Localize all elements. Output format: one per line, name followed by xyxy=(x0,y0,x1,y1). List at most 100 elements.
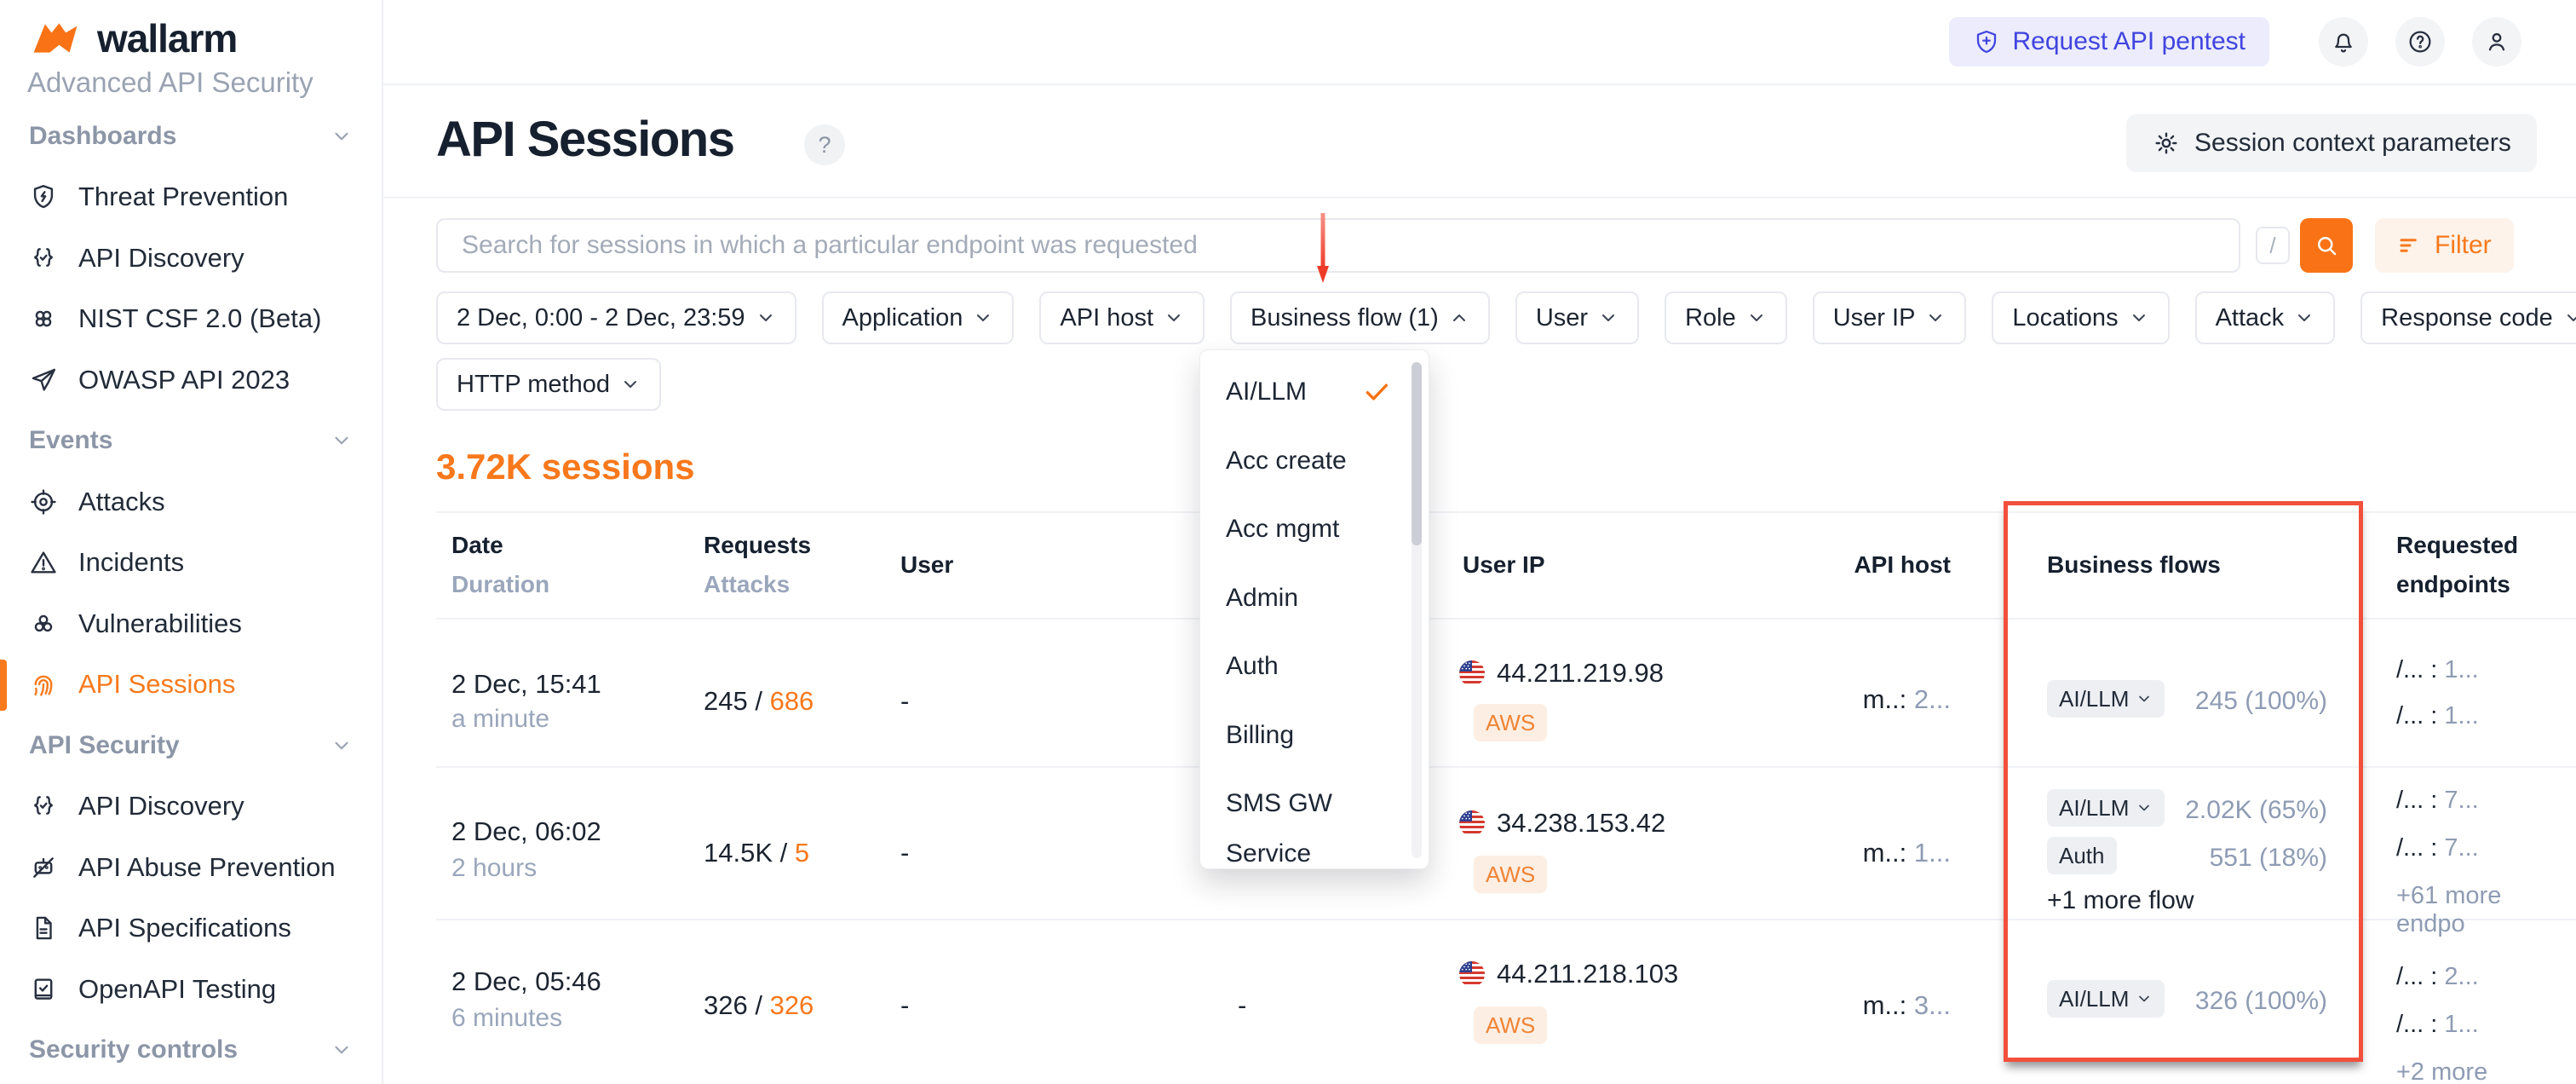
col-header-requested-endpoints-2: endpoints xyxy=(2396,571,2510,598)
robot-crossed-icon xyxy=(29,853,58,882)
filter-icon xyxy=(2397,233,2423,258)
shield-bolt-icon xyxy=(29,182,58,211)
filter-button-label: Filter xyxy=(2435,231,2492,260)
filter-chip-attack[interactable]: Attack xyxy=(2195,291,2336,344)
help-button[interactable] xyxy=(2395,17,2445,66)
dropdown-option-ai-llm[interactable]: AI/LLM xyxy=(1200,358,1429,426)
chevron-up-icon xyxy=(1449,308,1469,328)
dropdown-option-partial[interactable]: Service xyxy=(1200,838,1429,869)
sidebar-item-api-specifications[interactable]: API Specifications xyxy=(0,898,382,960)
endpoint-entry[interactable]: /... : 1... xyxy=(2396,1011,2479,1039)
chevron-down-icon xyxy=(331,125,353,147)
table-divider xyxy=(436,511,2576,513)
table-divider xyxy=(436,766,2576,768)
sidebar-item-threat-prevention[interactable]: Threat Prevention xyxy=(0,167,382,228)
ip-address[interactable]: 44.211.218.103 xyxy=(1497,959,1678,989)
endpoint-entry[interactable]: /... : 2... xyxy=(2396,963,2479,991)
active-indicator xyxy=(0,660,7,711)
user-icon xyxy=(2483,28,2510,55)
endpoint-entry[interactable]: /... : 1... xyxy=(2396,702,2479,730)
chevron-down-icon xyxy=(2294,308,2314,328)
sidebar-section-security-controls[interactable]: Security controls xyxy=(0,1020,382,1081)
dropdown-option-admin[interactable]: Admin xyxy=(1200,564,1429,632)
sidebar-item-api-discovery[interactable]: API Discovery xyxy=(0,228,382,289)
ip-address[interactable]: 44.211.219.98 xyxy=(1497,658,1664,689)
filter-chip-role[interactable]: Role xyxy=(1665,291,1787,344)
chevron-down-icon xyxy=(1925,308,1946,328)
sidebar-item-api-abuse-prevention[interactable]: API Abuse Prevention xyxy=(0,837,382,898)
search-button[interactable] xyxy=(2300,218,2353,273)
user-menu-button[interactable] xyxy=(2472,17,2521,66)
dropdown-option-auth[interactable]: Auth xyxy=(1200,632,1429,701)
sidebar-item-incidents[interactable]: Incidents xyxy=(0,533,382,594)
ip-address[interactable]: 34.238.153.42 xyxy=(1497,808,1665,839)
more-flows-link[interactable]: +1 more flow xyxy=(2047,886,2194,915)
paper-plane-icon xyxy=(29,366,58,395)
search-input[interactable] xyxy=(436,218,2240,273)
filter-chip-application[interactable]: Application xyxy=(822,291,1015,344)
session-user: - xyxy=(900,838,909,868)
filter-chip-date-range[interactable]: 2 Dec, 0:00 - 2 Dec, 23:59 xyxy=(436,291,796,344)
user-ip-cell: 44.211.219.98 xyxy=(1459,658,1664,689)
filter-chip-user-ip[interactable]: User IP xyxy=(1813,291,1967,344)
dropdown-option-billing[interactable]: Billing xyxy=(1200,701,1429,770)
context-button-label: Session context parameters xyxy=(2194,129,2511,158)
api-host-cell[interactable]: m..: 2... xyxy=(1738,684,1951,715)
wallarm-logo[interactable]: wallarm xyxy=(26,15,237,61)
col-header-user-ip: User IP xyxy=(1463,551,1545,579)
sidebar-item-api-discovery-2[interactable]: API Discovery xyxy=(0,776,382,838)
flow-chip[interactable]: Auth xyxy=(2047,837,2117,874)
filter-chip-locations[interactable]: Locations xyxy=(1992,291,2169,344)
request-api-pentest-button[interactable]: Request API pentest xyxy=(1949,17,2269,66)
dropdown-option-acc-create[interactable]: Acc create xyxy=(1200,427,1429,495)
filter-button[interactable]: Filter xyxy=(2375,218,2514,273)
chevron-down-icon xyxy=(2563,308,2576,328)
sidebar-item-nist-csf[interactable]: NIST CSF 2.0 (Beta) xyxy=(0,289,382,350)
sessions-table: Date Duration Requests Attacks User User… xyxy=(383,511,2576,1084)
clover-icon xyxy=(29,304,58,333)
dropdown-scrollbar-thumb[interactable] xyxy=(1412,362,1422,545)
sidebar-section-api-security[interactable]: API Security xyxy=(0,715,382,776)
session-user: - xyxy=(900,990,909,1021)
more-endpoints-link[interactable]: +61 more endpo xyxy=(2396,882,2576,938)
endpoint-entry[interactable]: /... : 7... xyxy=(2396,787,2479,815)
dropdown-option-sms-gw[interactable]: SMS GW xyxy=(1200,770,1429,838)
flow-value: 245 (100%) xyxy=(2130,687,2327,716)
sidebar-item-openapi-testing[interactable]: OpenAPI Testing xyxy=(0,959,382,1020)
chevron-down-icon xyxy=(973,308,993,328)
notifications-button[interactable] xyxy=(2319,17,2368,66)
sidebar-section-events[interactable]: Events xyxy=(0,411,382,472)
user-ip-cell: 34.238.153.42 xyxy=(1459,808,1665,839)
sidebar-item-vulnerabilities[interactable]: Vulnerabilities xyxy=(0,593,382,654)
filter-chip-user[interactable]: User xyxy=(1515,291,1639,344)
col-header-attacks: Attacks xyxy=(704,571,790,598)
session-user: - xyxy=(900,686,909,717)
endpoint-entry[interactable]: /... : 7... xyxy=(2396,834,2479,862)
session-duration: 6 minutes xyxy=(451,1004,562,1033)
sidebar-item-api-sessions[interactable]: API Sessions xyxy=(0,654,382,716)
api-host-cell[interactable]: m..: 1... xyxy=(1738,838,1951,868)
col-header-api-host: API host xyxy=(1738,551,1951,579)
flow-value: 551 (18%) xyxy=(2130,844,2327,873)
sidebar-item-owasp-api[interactable]: OWASP API 2023 xyxy=(0,349,382,411)
dropdown-option-acc-mgmt[interactable]: Acc mgmt xyxy=(1200,495,1429,563)
filter-chip-http-method[interactable]: HTTP method xyxy=(436,358,661,411)
table-divider xyxy=(436,618,2576,620)
filter-chip-response-code[interactable]: Response code xyxy=(2360,291,2576,344)
fingerprint-icon xyxy=(29,670,58,699)
session-role: - xyxy=(1238,990,1246,1021)
api-host-cell[interactable]: m..: 3... xyxy=(1738,990,1951,1021)
us-flag-icon xyxy=(1459,660,1485,686)
col-header-user: User xyxy=(900,551,953,579)
title-help-icon[interactable]: ? xyxy=(804,124,845,165)
session-context-parameters-button[interactable]: Session context parameters xyxy=(2126,114,2537,172)
sidebar-section-dashboards[interactable]: Dashboards xyxy=(0,106,382,167)
chevron-down-icon xyxy=(331,1039,353,1061)
filter-chip-api-host[interactable]: API host xyxy=(1039,291,1205,344)
filter-chip-business-flow[interactable]: Business flow (1) xyxy=(1230,291,1490,344)
more-endpoints-link[interactable]: +2 more endpoint xyxy=(2396,1058,2576,1084)
col-header-date: Date xyxy=(451,532,503,559)
page-title: API Sessions xyxy=(436,111,733,168)
endpoint-entry[interactable]: /... : 1... xyxy=(2396,656,2479,684)
sidebar-item-attacks[interactable]: Attacks xyxy=(0,471,382,533)
